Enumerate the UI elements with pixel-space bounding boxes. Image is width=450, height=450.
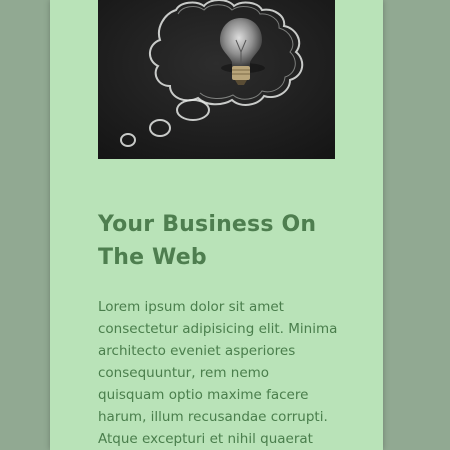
page: Your Business On The Web Lorem ipsum dol… (0, 0, 450, 450)
content-panel: Your Business On The Web Lorem ipsum dol… (50, 0, 383, 450)
lightbulb-thought-bubble-icon (98, 0, 335, 159)
hero-image (98, 0, 335, 159)
article-body: Lorem ipsum dolor sit amet consectetur a… (98, 299, 338, 447)
page-title: Your Business On The Web (98, 212, 317, 270)
